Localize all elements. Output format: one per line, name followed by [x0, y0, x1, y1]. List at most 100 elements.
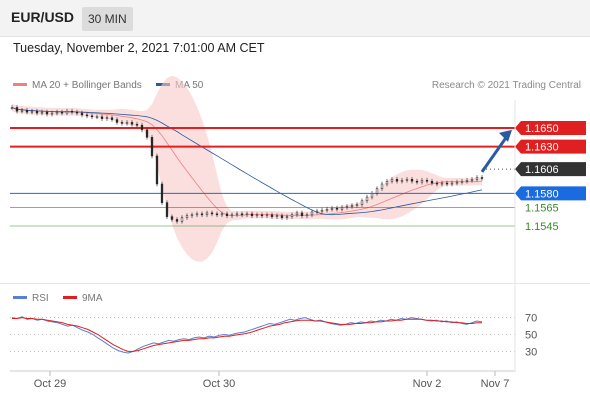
- candle-body: [130, 122, 134, 125]
- candle-body: [285, 216, 289, 218]
- candle-body: [480, 177, 484, 179]
- candle-body: [395, 179, 399, 182]
- candle-body: [415, 180, 419, 183]
- candle-body: [290, 214, 294, 217]
- candle-body: [55, 111, 59, 114]
- candle-body: [375, 188, 379, 194]
- candle-body: [320, 209, 324, 212]
- x-tick-label: Nov 7: [481, 378, 510, 390]
- candle-body: [315, 210, 319, 213]
- candle-body: [380, 183, 384, 189]
- candle-body: [245, 213, 249, 216]
- candle-body: [390, 179, 394, 182]
- candle-body: [20, 110, 24, 112]
- x-tick-label: Nov 2: [413, 378, 442, 390]
- candle-body: [90, 115, 94, 118]
- level-label-1.1545: 1.1545: [525, 221, 559, 233]
- rsi-tick-70: 70: [525, 313, 537, 325]
- candle-body: [385, 180, 389, 185]
- candle-body: [65, 110, 69, 114]
- candle-body: [50, 112, 54, 115]
- candle-body: [465, 180, 469, 182]
- candle-body: [305, 214, 309, 217]
- candle-body: [475, 177, 479, 180]
- candle-body: [125, 122, 129, 124]
- candle-body: [80, 112, 84, 116]
- candle-body: [410, 179, 414, 182]
- rsi-tick-30: 30: [525, 346, 537, 358]
- candle-body: [45, 111, 49, 115]
- candle-body: [140, 124, 144, 131]
- candle-body: [270, 214, 274, 217]
- candle-body: [230, 214, 234, 217]
- candle-body: [405, 179, 409, 181]
- candle-body: [255, 214, 259, 217]
- candle-body: [430, 180, 434, 184]
- candle-body: [15, 107, 19, 112]
- candle-body: [165, 202, 169, 217]
- candle-body: [170, 216, 174, 220]
- candle-body: [75, 111, 79, 114]
- candle-body: [420, 180, 424, 183]
- candle-body: [95, 116, 99, 119]
- candle-body: [340, 207, 344, 210]
- candle-body: [425, 180, 429, 182]
- candle-body: [135, 124, 139, 126]
- candle-body: [280, 215, 284, 218]
- candle-body: [345, 206, 349, 208]
- candle-body: [240, 213, 244, 216]
- candle-body: [60, 111, 64, 114]
- rsi-tick-50: 50: [525, 330, 537, 342]
- candle-body: [100, 116, 104, 119]
- candle-body: [105, 117, 109, 119]
- candle-body: [295, 212, 299, 216]
- candle-body: [460, 180, 464, 183]
- candle-body: [225, 213, 229, 216]
- candle-body: [365, 196, 369, 202]
- candle-body: [355, 204, 359, 206]
- level-label-1.1565: 1.1565: [525, 202, 559, 214]
- level-label-1.1650: 1.1650: [525, 123, 559, 135]
- candle-body: [325, 208, 329, 211]
- candle-body: [265, 214, 269, 217]
- candle-body: [350, 205, 354, 207]
- candle-body: [40, 111, 44, 114]
- candle-body: [190, 214, 194, 217]
- candle-body: [445, 182, 449, 185]
- candle-body: [25, 110, 29, 113]
- candle-body: [220, 213, 224, 216]
- candle-body: [330, 208, 334, 210]
- candle-body: [120, 122, 124, 124]
- candle-body: [250, 213, 254, 216]
- candle-body: [205, 212, 209, 216]
- candle-body: [110, 117, 114, 120]
- candle-body: [310, 211, 314, 216]
- candle-body: [155, 155, 159, 185]
- candle-body: [450, 182, 454, 185]
- candle-body: [85, 114, 89, 117]
- candle-body: [260, 214, 264, 217]
- candle-body: [180, 217, 184, 222]
- candle-body: [275, 215, 279, 217]
- candle-body: [195, 213, 199, 216]
- candle-body: [145, 129, 149, 138]
- candle-body: [440, 182, 444, 185]
- bollinger-band: [12, 75, 482, 262]
- candle-body: [435, 182, 439, 185]
- candle-body: [235, 213, 239, 216]
- candle-body: [150, 137, 154, 157]
- candle-body: [215, 213, 219, 216]
- candle-body: [335, 208, 339, 210]
- price-chart[interactable]: 1.1650 1.1630 1.1580 1.1565 1.1545 1.1606 70 50…: [0, 0, 590, 400]
- candle-body: [370, 193, 374, 198]
- candle-body: [200, 213, 204, 216]
- candle-body: [160, 183, 164, 203]
- forecast-arrow-shaft: [480, 134, 510, 173]
- candle-body: [360, 200, 364, 205]
- x-tick-label: Oct 30: [203, 378, 235, 390]
- candle-body: [400, 180, 404, 182]
- candle-body: [470, 179, 474, 181]
- candle-body: [185, 215, 189, 218]
- x-tick-label: Oct 29: [34, 378, 66, 390]
- current-price-label: 1.1606: [525, 164, 559, 176]
